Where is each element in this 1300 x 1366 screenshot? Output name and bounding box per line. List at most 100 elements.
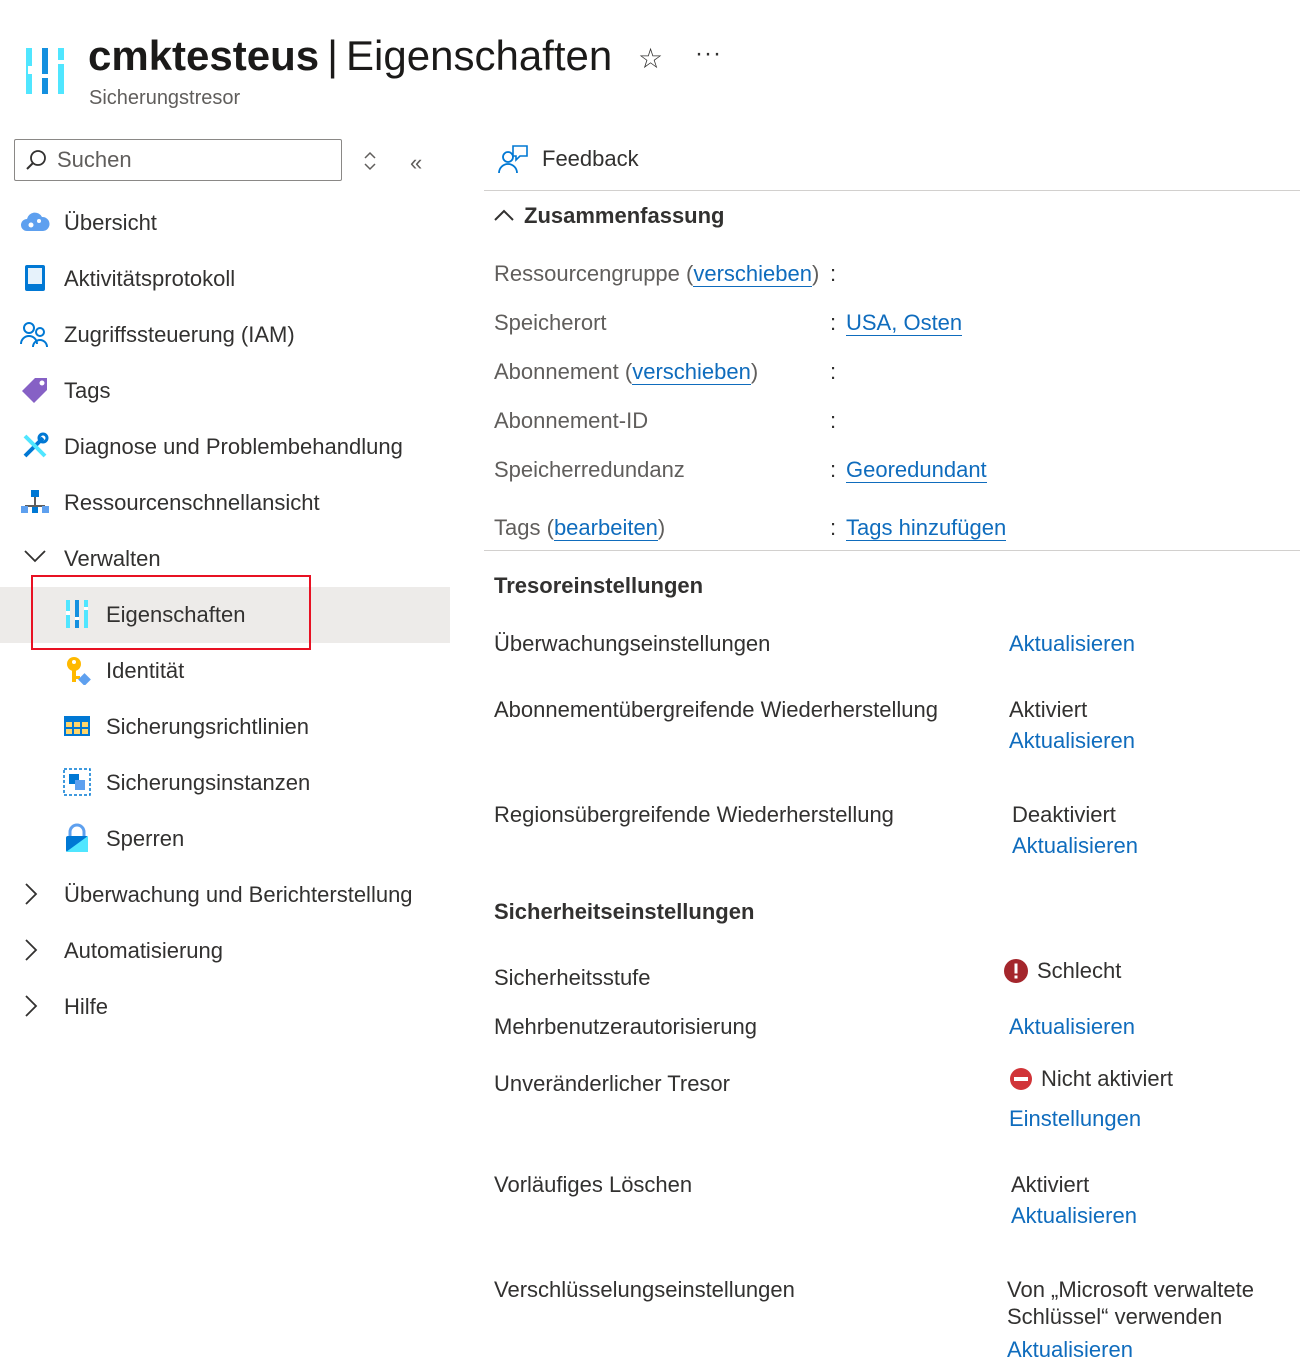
search-icon (26, 150, 46, 170)
sidebar-item-label: Sperren (106, 826, 185, 851)
sidebar-item-label: Aktivitätsprotokoll (64, 266, 236, 291)
cross-region-restore-update-link[interactable]: Aktualisieren (1012, 833, 1138, 858)
sidebar-group-manage[interactable]: Verwalten (0, 531, 450, 587)
chevron-right-icon (24, 939, 38, 966)
prop-label: Ressourcengruppe (494, 261, 680, 286)
sidebar-item-label: Sicherungsrichtlinien (106, 714, 309, 739)
sidebar-item-tags[interactable]: Tags (0, 363, 450, 419)
properties-icon (62, 599, 92, 629)
prop-label: Abonnement (494, 359, 619, 384)
immutable-vault-text: Nicht aktiviert (1041, 1066, 1174, 1091)
sidebar-group-label: Hilfe (64, 994, 109, 1019)
vault-settings-title: Tresoreinstellungen (494, 573, 704, 598)
immutable-vault-label: Unveränderlicher Tresor (494, 1071, 730, 1096)
sidebar-item-backup-policies[interactable]: Sicherungsrichtlinien (0, 699, 450, 755)
sidebar-item-backup-instances[interactable]: Sicherungsinstanzen (0, 755, 450, 811)
sidebar-item-overview[interactable]: Übersicht (0, 195, 450, 251)
table-icon (62, 711, 92, 741)
prop-subscription-id-label: Abonnement-ID (494, 408, 649, 433)
cross-sub-restore-label: Abonnementübergreifende Wiederherstellun… (494, 697, 938, 722)
collapse-sidebar-icon[interactable]: « (410, 150, 422, 176)
backup-vault-icon (26, 46, 66, 96)
blocked-icon (1010, 1068, 1032, 1090)
encryption-update-link[interactable]: Aktualisieren (1007, 1337, 1133, 1362)
sidebar-group-help[interactable]: Hilfe (0, 979, 450, 1035)
chevron-right-icon (24, 995, 38, 1022)
redundancy-link[interactable]: Georedundant (846, 457, 987, 483)
star-icon[interactable]: ☆ (638, 42, 663, 75)
feedback-icon (498, 145, 528, 174)
sidebar-item-locks[interactable]: Sperren (0, 811, 450, 867)
wrench-icon (20, 431, 50, 461)
encryption-settings-label: Verschlüsselungseinstellungen (494, 1277, 795, 1302)
resource-name: cmktesteus (88, 32, 320, 79)
colon: : (830, 457, 837, 482)
encryption-status-line2: Schlüssel“ verwenden (1007, 1304, 1223, 1329)
sidebar-item-iam[interactable]: Zugriffssteuerung (IAM) (0, 307, 450, 363)
monitoring-settings-label: Überwachungseinstellungen (494, 631, 771, 656)
cross-sub-restore-status: Aktiviert (1009, 697, 1088, 722)
resource-type: Sicherungstresor (89, 87, 241, 109)
mua-label: Mehrbenutzerautorisierung (494, 1014, 757, 1039)
sidebar-item-label: Identität (106, 658, 185, 683)
colon: : (830, 408, 837, 433)
cloud-overview-icon (20, 207, 50, 237)
chevron-right-icon (24, 883, 38, 910)
sidebar-group-monitoring[interactable]: Überwachung und Berichterstellung (0, 867, 450, 923)
feedback-button[interactable]: Feedback (498, 144, 639, 174)
prop-label: Tags (494, 515, 541, 540)
security-settings-title: Sicherheitseinstellungen (494, 899, 755, 924)
sidebar-group-automation[interactable]: Automatisierung (0, 923, 450, 979)
sidebar-item-label: Sicherungsinstanzen (106, 770, 311, 795)
prop-resource-group: Ressourcengruppe (verschieben) (494, 261, 820, 287)
soft-delete-label: Vorläufiges Löschen (494, 1172, 693, 1197)
edit-tags-link[interactable]: bearbeiten (553, 515, 658, 541)
colon: : (830, 359, 837, 384)
feedback-label: Feedback (542, 146, 639, 171)
colon: : (830, 515, 837, 540)
hierarchy-icon (20, 487, 50, 517)
search-input[interactable] (57, 147, 327, 173)
prop-tags: Tags (bearbeiten) (494, 515, 666, 541)
mua-update-link[interactable]: Aktualisieren (1009, 1014, 1135, 1039)
activity-log-icon (20, 263, 50, 293)
immutable-settings-link[interactable]: Einstellungen (1009, 1106, 1141, 1131)
cross-sub-restore-update-link[interactable]: Aktualisieren (1009, 728, 1135, 753)
move-subscription-link[interactable]: verschieben (632, 359, 751, 385)
summary-toggle[interactable]: Zusammenfassung (494, 203, 725, 229)
search-box[interactable] (14, 139, 342, 181)
move-resource-group-link[interactable]: verschieben (693, 261, 812, 287)
sidebar-item-label: Zugriffssteuerung (IAM) (64, 322, 295, 347)
location-link[interactable]: USA, Osten (846, 310, 963, 336)
sidebar-item-label: Ressourcenschnellansicht (64, 490, 320, 515)
encryption-status-line1: Von „Microsoft verwaltete (1007, 1277, 1254, 1302)
lock-icon (62, 823, 92, 853)
sidebar-item-label: Diagnose und Problembehandlung (64, 434, 403, 459)
soft-delete-update-link[interactable]: Aktualisieren (1011, 1203, 1137, 1228)
security-level-label: Sicherheitsstufe (494, 965, 651, 990)
people-icon (20, 319, 50, 349)
sort-icon[interactable] (360, 148, 380, 174)
sidebar-item-activity-log[interactable]: Aktivitätsprotokoll (0, 251, 450, 307)
error-icon (1004, 959, 1028, 983)
chevron-up-icon (494, 205, 514, 228)
prop-subscription: Abonnement (verschieben) (494, 359, 759, 385)
more-options-button[interactable]: ··· (695, 40, 722, 68)
sidebar-group-label: Automatisierung (64, 938, 223, 963)
chevron-down-icon (24, 547, 46, 568)
sidebar-item-properties[interactable]: Eigenschaften (0, 587, 450, 643)
cross-region-restore-label: Regionsübergreifende Wiederherstellung (494, 802, 894, 827)
summary-title: Zusammenfassung (524, 203, 725, 228)
soft-delete-status: Aktiviert (1011, 1172, 1090, 1197)
command-bar: Feedback (484, 138, 1300, 191)
sidebar-item-label: Übersicht (64, 210, 157, 235)
key-icon (62, 655, 92, 685)
security-level-status: Schlecht (1003, 958, 1121, 984)
sidebar-item-diagnose[interactable]: Diagnose und Problembehandlung (0, 419, 450, 475)
monitoring-update-link[interactable]: Aktualisieren (1009, 631, 1135, 656)
add-tags-link[interactable]: Tags hinzufügen (846, 515, 1007, 541)
title-separator: | (327, 32, 339, 79)
sidebar-item-identity[interactable]: Identität (0, 643, 450, 699)
tag-icon (20, 375, 50, 405)
sidebar-item-resource-visualizer[interactable]: Ressourcenschnellansicht (0, 475, 450, 531)
